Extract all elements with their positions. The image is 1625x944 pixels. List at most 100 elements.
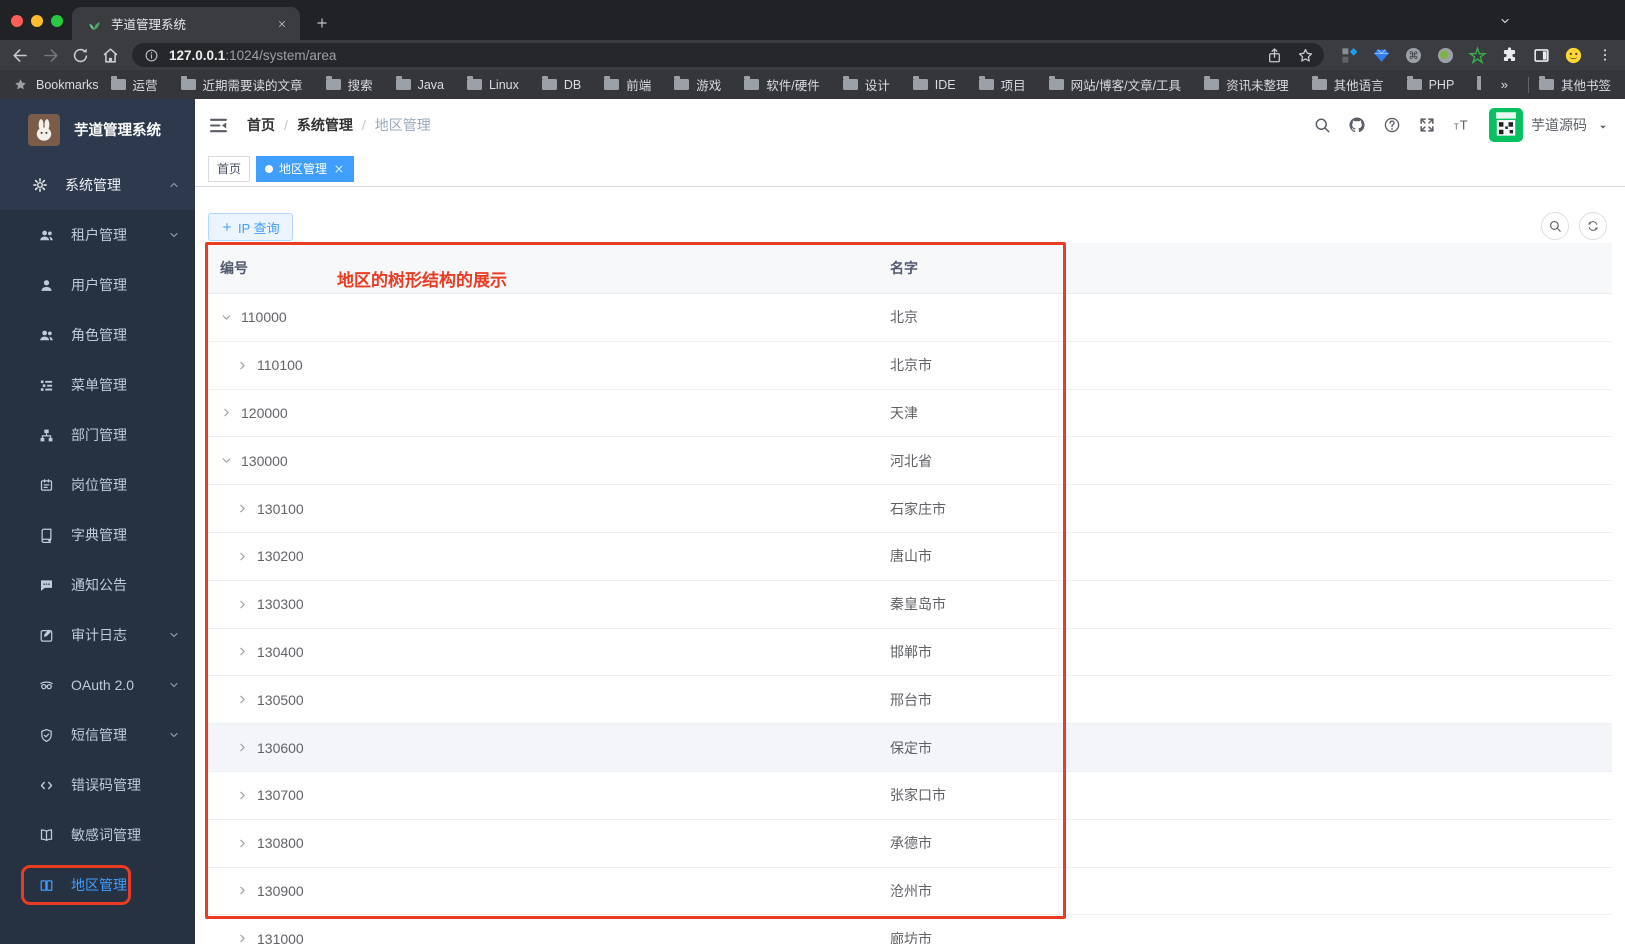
bookmark-folder[interactable]: 近期需要读的文章 bbox=[180, 75, 303, 94]
home-icon[interactable] bbox=[101, 46, 120, 65]
sidebar-item[interactable]: 通知公告 bbox=[0, 560, 195, 610]
bookmark-folder[interactable]: 游戏 bbox=[674, 75, 721, 94]
bookmark-folder[interactable]: 文件服务器 bbox=[1477, 75, 1481, 94]
sidebar-item[interactable]: OAuth 2.0 bbox=[0, 660, 195, 710]
chevron-right-icon[interactable] bbox=[236, 837, 249, 850]
window-minimize-button[interactable] bbox=[31, 15, 43, 27]
bookmark-folder[interactable]: 网站/博客/文章/工具 bbox=[1048, 75, 1181, 94]
sidebar-item[interactable]: 敏感词管理 bbox=[0, 810, 195, 860]
extension-green-star-icon[interactable] bbox=[1468, 45, 1487, 65]
extension-gem-icon[interactable] bbox=[1372, 46, 1391, 65]
bookmark-star-icon[interactable] bbox=[1297, 47, 1314, 64]
chevron-right-icon[interactable] bbox=[236, 693, 249, 706]
extension-grid-icon[interactable] bbox=[1340, 46, 1359, 65]
ip-query-button[interactable]: IP 查询 bbox=[208, 213, 293, 241]
table-row[interactable]: 130700 张家口市 bbox=[205, 771, 1612, 820]
forward-icon[interactable] bbox=[41, 46, 60, 65]
bookmark-folder[interactable]: 运营 bbox=[110, 75, 158, 94]
tab-search-chevron-icon[interactable] bbox=[1496, 12, 1514, 30]
sidebar-item[interactable]: 地区管理 bbox=[0, 860, 195, 910]
window-close-button[interactable] bbox=[11, 15, 23, 27]
table-row[interactable]: 130000 河北省 bbox=[205, 437, 1612, 486]
other-bookmarks-folder[interactable]: 其他书签 bbox=[1538, 75, 1611, 94]
chevron-down-icon[interactable] bbox=[220, 454, 233, 467]
extensions-puzzle-icon[interactable] bbox=[1500, 46, 1519, 65]
bookmark-folder[interactable]: 项目 bbox=[978, 75, 1026, 94]
table-row[interactable]: 130800 承德市 bbox=[205, 819, 1612, 868]
bookmark-folder[interactable]: IDE bbox=[912, 76, 956, 92]
bookmarks-star-icon[interactable] bbox=[13, 77, 28, 92]
window-zoom-button[interactable] bbox=[51, 15, 63, 27]
bookmark-folder[interactable]: 软件/硬件 bbox=[744, 75, 820, 94]
github-icon[interactable] bbox=[1348, 116, 1366, 134]
bookmark-folder[interactable]: 设计 bbox=[842, 75, 890, 94]
profile-emoji-avatar[interactable] bbox=[1564, 46, 1583, 65]
sidebar-item[interactable]: 审计日志 bbox=[0, 610, 195, 660]
share-icon[interactable] bbox=[1266, 47, 1283, 64]
chevron-right-icon[interactable] bbox=[236, 502, 249, 515]
table-row[interactable]: 130300 秦皇岛市 bbox=[205, 580, 1612, 629]
side-panel-icon[interactable] bbox=[1532, 46, 1551, 65]
table-row[interactable]: 131000 廊坊市 bbox=[205, 915, 1612, 944]
breadcrumb-item[interactable]: 首页 bbox=[247, 115, 275, 135]
bookmark-folder[interactable]: 搜索 bbox=[325, 75, 373, 94]
sidebar-item[interactable]: 字典管理 bbox=[0, 510, 195, 560]
app-logo[interactable]: 芋道管理系统 bbox=[0, 99, 195, 160]
user-menu-caret-icon[interactable] bbox=[1597, 121, 1609, 133]
new-tab-button[interactable] bbox=[310, 11, 334, 35]
chevron-right-icon[interactable] bbox=[236, 550, 249, 563]
bookmarks-overflow-chevron[interactable]: » bbox=[1491, 77, 1518, 92]
chevron-right-icon[interactable] bbox=[236, 598, 249, 611]
bookmark-folder[interactable]: Java bbox=[395, 76, 444, 92]
sidebar-item[interactable]: 短信管理 bbox=[0, 710, 195, 760]
sidebar-item[interactable]: 角色管理 bbox=[0, 310, 195, 360]
browser-tab[interactable]: 芋道管理系统 bbox=[72, 7, 300, 40]
hamburger-icon[interactable] bbox=[208, 115, 229, 136]
bookmark-folder[interactable]: PHP bbox=[1406, 76, 1454, 92]
bookmark-folder[interactable]: 前端 bbox=[604, 75, 651, 94]
breadcrumb-item[interactable]: / 系统管理 bbox=[275, 115, 353, 135]
bookmark-folder[interactable]: 资讯未整理 bbox=[1204, 75, 1289, 94]
chevron-right-icon[interactable] bbox=[236, 741, 249, 754]
chevron-right-icon[interactable] bbox=[236, 359, 249, 372]
bookmarks-label[interactable]: Bookmarks bbox=[36, 78, 99, 92]
table-refresh-button[interactable] bbox=[1579, 212, 1607, 240]
bookmark-folder[interactable]: DB bbox=[541, 76, 581, 92]
sidebar-item[interactable]: 租户管理 bbox=[0, 210, 195, 260]
reload-icon[interactable] bbox=[71, 46, 90, 65]
tag-close-icon[interactable] bbox=[333, 163, 345, 175]
table-row[interactable]: 130400 邯郸市 bbox=[205, 628, 1612, 677]
extension-command-icon[interactable]: ⌘ bbox=[1404, 46, 1423, 65]
chevron-right-icon[interactable] bbox=[236, 932, 249, 944]
chevron-right-icon[interactable] bbox=[236, 884, 249, 897]
chevron-right-icon[interactable] bbox=[236, 645, 249, 658]
chevron-down-icon[interactable] bbox=[220, 311, 233, 324]
table-row[interactable]: 110000 北京 bbox=[205, 294, 1612, 342]
table-row[interactable]: 110100 北京市 bbox=[205, 341, 1612, 390]
username[interactable]: 芋道源码 bbox=[1531, 115, 1587, 135]
sidebar-item[interactable]: 用户管理 bbox=[0, 260, 195, 310]
tag[interactable]: 地区管理 bbox=[256, 155, 355, 182]
sidebar-item[interactable]: 菜单管理 bbox=[0, 360, 195, 410]
table-row[interactable]: 130200 唐山市 bbox=[205, 532, 1612, 581]
bookmark-folder[interactable]: Linux bbox=[466, 76, 519, 92]
address-bar[interactable]: 127.0.0.1:1024/system/area bbox=[132, 43, 1324, 67]
sidebar-item[interactable]: 系统管理 bbox=[0, 160, 195, 210]
tag[interactable]: 首页 bbox=[208, 155, 251, 182]
help-icon[interactable] bbox=[1383, 116, 1401, 134]
table-row[interactable]: 130900 沧州市 bbox=[205, 867, 1612, 916]
extension-circle-icon[interactable] bbox=[1436, 46, 1455, 65]
table-row[interactable]: 120000 天津 bbox=[205, 389, 1612, 438]
back-icon[interactable] bbox=[11, 46, 30, 65]
sidebar-item[interactable]: 错误码管理 bbox=[0, 760, 195, 810]
table-row[interactable]: 130600 保定市 bbox=[205, 724, 1612, 772]
table-row[interactable]: 130100 石家庄市 bbox=[205, 485, 1612, 533]
user-qr-avatar[interactable] bbox=[1489, 108, 1523, 142]
table-row[interactable]: 130500 邢台市 bbox=[205, 676, 1612, 725]
browser-menu-icon[interactable] bbox=[1597, 47, 1613, 63]
sidebar-item[interactable]: 部门管理 bbox=[0, 410, 195, 460]
tab-close-icon[interactable] bbox=[274, 16, 290, 32]
chevron-right-icon[interactable] bbox=[220, 406, 233, 419]
breadcrumb-item[interactable]: / 地区管理 bbox=[353, 115, 431, 135]
sidebar-item[interactable]: 岗位管理 bbox=[0, 460, 195, 510]
